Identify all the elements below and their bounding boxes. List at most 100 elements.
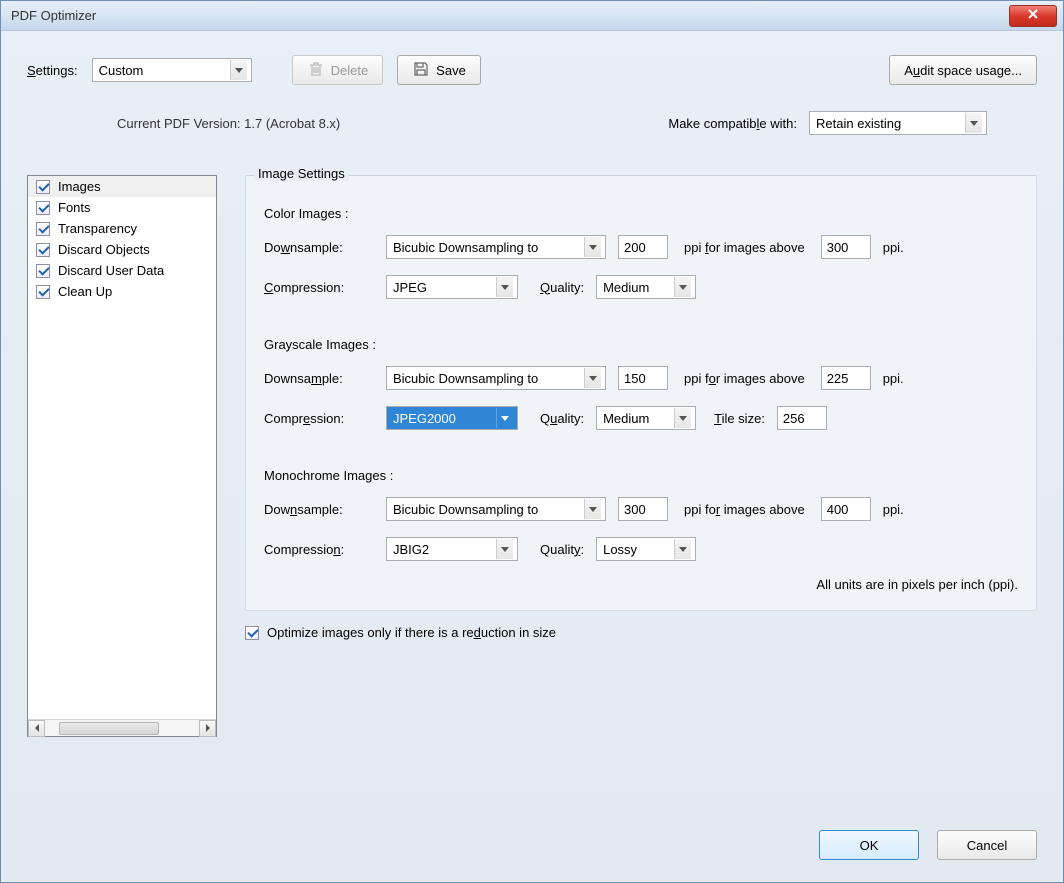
category-label: Discard Objects <box>58 242 150 257</box>
compat-wrap: Make compatible with: Retain existing <box>668 111 987 135</box>
category-label: Transparency <box>58 221 137 236</box>
sidebar-hscroll[interactable] <box>28 719 216 736</box>
mono-downsample-select[interactable]: Bicubic Downsampling to <box>386 497 606 521</box>
ok-button[interactable]: OK <box>819 830 919 860</box>
ppi-above-label: ppi for images above <box>684 502 805 517</box>
trash-icon <box>307 60 325 81</box>
titlebar: PDF Optimizer <box>1 1 1063 31</box>
top-row: Settings: Custom Delete Save Audit space… <box>27 55 1037 85</box>
compat-select[interactable]: Retain existing <box>809 111 987 135</box>
chevron-down-icon <box>230 60 247 80</box>
compression-label: Compression: <box>264 411 374 426</box>
chevron-down-icon <box>674 277 691 297</box>
delete-button: Delete <box>292 55 384 85</box>
sidebar-item-clean-up[interactable]: Clean Up <box>28 281 216 302</box>
scroll-left-icon[interactable] <box>28 720 45 737</box>
chevron-down-icon <box>674 408 691 428</box>
category-label: Clean Up <box>58 284 112 299</box>
color-above-input[interactable] <box>821 235 871 259</box>
sidebar-item-images[interactable]: Images <box>28 176 216 197</box>
main-panel: Image Settings Color Images : Downsample… <box>245 175 1037 737</box>
close-icon <box>1027 8 1039 23</box>
category-list[interactable]: Images Fonts Transparency Discard Objects Di… <box>28 176 216 719</box>
chevron-down-icon <box>584 237 601 257</box>
category-checkbox[interactable] <box>36 285 50 299</box>
quality-label: Quality: <box>540 542 584 557</box>
fieldset-title: Image Settings <box>254 166 349 181</box>
scroll-thumb[interactable] <box>59 722 159 735</box>
cancel-button[interactable]: Cancel <box>937 830 1037 860</box>
compression-label: Compression: <box>264 542 374 557</box>
sidebar-item-fonts[interactable]: Fonts <box>28 197 216 218</box>
downsample-label: Downsample: <box>264 240 374 255</box>
category-checkbox[interactable] <box>36 201 50 215</box>
category-sidebar: Images Fonts Transparency Discard Objects Di… <box>27 175 217 737</box>
chevron-down-icon <box>965 113 982 133</box>
mono-ppi-input[interactable] <box>618 497 668 521</box>
mono-compression-row: Compression: JBIG2 Quality: Lossy <box>264 537 1018 561</box>
compat-label: Make compatible with: <box>668 116 797 131</box>
chevron-down-icon <box>584 368 601 388</box>
delete-label: Delete <box>331 63 369 78</box>
quality-label: Quality: <box>540 411 584 426</box>
ppi-suffix: ppi. <box>883 502 904 517</box>
settings-select[interactable]: Custom <box>92 58 252 82</box>
grayscale-above-input[interactable] <box>821 366 871 390</box>
close-button[interactable] <box>1009 5 1057 27</box>
optimize-label: Optimize images only if there is a reduc… <box>267 625 556 640</box>
downsample-label: Downsample: <box>264 502 374 517</box>
compression-label: Compression: <box>264 280 374 295</box>
grayscale-compression-row: Compression: JPEG2000 Quality: Medium Ti… <box>264 406 1018 430</box>
monochrome-images-title: Monochrome Images : <box>264 468 1018 483</box>
sidebar-item-discard-objects[interactable]: Discard Objects <box>28 239 216 260</box>
color-quality-select[interactable]: Medium <box>596 275 696 299</box>
category-label: Fonts <box>58 200 91 215</box>
save-label: Save <box>436 63 466 78</box>
footer-buttons: OK Cancel <box>819 830 1037 860</box>
settings-label: Settings: <box>27 63 78 78</box>
save-icon <box>412 60 430 81</box>
ppi-above-label: ppi for images above <box>684 371 805 386</box>
chevron-down-icon <box>674 539 691 559</box>
settings-value: Custom <box>99 63 144 78</box>
mono-downsample-row: Downsample: Bicubic Downsampling to ppi … <box>264 497 1018 521</box>
category-checkbox[interactable] <box>36 243 50 257</box>
color-downsample-select[interactable]: Bicubic Downsampling to <box>386 235 606 259</box>
category-label: Discard User Data <box>58 263 164 278</box>
category-checkbox[interactable] <box>36 180 50 194</box>
version-row: Current PDF Version: 1.7 (Acrobat 8.x) M… <box>27 111 1037 135</box>
ppi-suffix: ppi. <box>883 371 904 386</box>
category-checkbox[interactable] <box>36 264 50 278</box>
sidebar-item-transparency[interactable]: Transparency <box>28 218 216 239</box>
quality-label: Quality: <box>540 280 584 295</box>
grayscale-ppi-input[interactable] <box>618 366 668 390</box>
optimize-checkbox[interactable] <box>245 626 259 640</box>
tile-size-input[interactable] <box>777 406 827 430</box>
category-checkbox[interactable] <box>36 222 50 236</box>
category-label: Images <box>58 179 101 194</box>
chevron-down-icon <box>496 277 513 297</box>
save-button[interactable]: Save <box>397 55 481 85</box>
color-compression-select[interactable]: JPEG <box>386 275 518 299</box>
grayscale-compression-select[interactable]: JPEG2000 <box>386 406 518 430</box>
chevron-down-icon <box>496 408 513 428</box>
color-ppi-input[interactable] <box>618 235 668 259</box>
mono-compression-select[interactable]: JBIG2 <box>386 537 518 561</box>
grayscale-quality-select[interactable]: Medium <box>596 406 696 430</box>
scroll-right-icon[interactable] <box>199 720 216 737</box>
color-compression-row: Compression: JPEG Quality: Medium <box>264 275 1018 299</box>
current-version-label: Current PDF Version: 1.7 (Acrobat 8.x) <box>117 116 340 131</box>
pdf-optimizer-window: PDF Optimizer Settings: Custom Delete <box>0 0 1064 883</box>
audit-space-button[interactable]: Audit space usage... <box>889 55 1037 85</box>
image-settings-fieldset: Image Settings Color Images : Downsample… <box>245 175 1037 611</box>
sidebar-item-discard-user-data[interactable]: Discard User Data <box>28 260 216 281</box>
grayscale-downsample-select[interactable]: Bicubic Downsampling to <box>386 366 606 390</box>
tile-label: Tile size: <box>714 411 765 426</box>
grayscale-images-title: Grayscale Images : <box>264 337 1018 352</box>
mono-quality-select[interactable]: Lossy <box>596 537 696 561</box>
ppi-above-label: ppi for images above <box>684 240 805 255</box>
ppi-suffix: ppi. <box>883 240 904 255</box>
downsample-label: Downsample: <box>264 371 374 386</box>
mono-above-input[interactable] <box>821 497 871 521</box>
body-wrap: Images Fonts Transparency Discard Objects Di… <box>27 175 1037 737</box>
